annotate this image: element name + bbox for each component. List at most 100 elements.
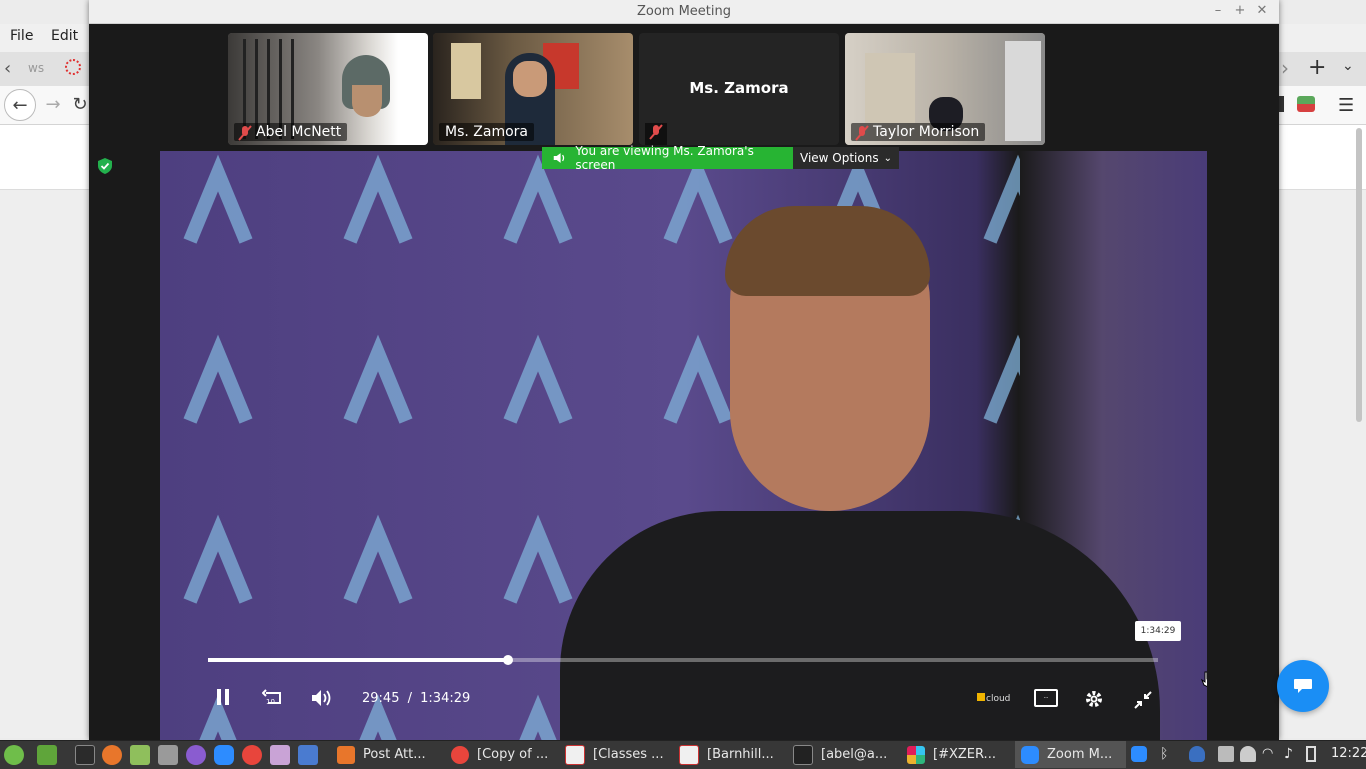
bluetooth-icon[interactable]: ᛒ (1160, 746, 1176, 762)
taskbar-item-label: [abel@a... (821, 747, 888, 762)
participant-name: Taylor Morrison (851, 123, 986, 141)
minimize-icon[interactable]: – (1210, 3, 1226, 19)
menu-edit[interactable]: Edit (51, 28, 78, 44)
closed-captions-icon[interactable]: ·· (1034, 689, 1058, 707)
participant-name-center: Ms. Zamora (689, 79, 789, 97)
emacs-launcher-icon[interactable] (186, 745, 206, 765)
hamburger-menu-icon[interactable]: ☰ (1338, 95, 1354, 116)
classes-app-icon (679, 744, 699, 765)
browser-scrollbar[interactable] (1356, 128, 1362, 422)
taskbar-item-label: [Copy of ... (477, 747, 549, 762)
replay-seconds-label: 10 (266, 698, 275, 706)
brand-logo[interactable]: cloud (977, 693, 1010, 704)
participant-tile[interactable]: Taylor Morrison (845, 33, 1045, 145)
forward-icon[interactable]: → (38, 89, 68, 119)
taskbar-item[interactable]: [Copy of ... (445, 741, 556, 768)
taskbar-item-label: Post Att... (363, 747, 426, 762)
taskbar-item-label: [Classes ... (593, 747, 664, 762)
seek-hover-tooltip: 1:34:29 (1135, 621, 1181, 641)
terminal-icon (793, 744, 813, 765)
zoom-icon (1021, 745, 1039, 764)
playback-time: 29:45 / 1:34:29 (362, 691, 470, 706)
participant-name: Abel McNett (234, 123, 348, 141)
menu-file[interactable]: File (10, 28, 33, 44)
taskbar-clock[interactable]: 12:22 (1331, 746, 1366, 761)
zoom-tray-icon[interactable] (1131, 746, 1147, 762)
view-options-label: View Options (800, 151, 879, 165)
participant-name: Ms. Zamora (439, 123, 534, 141)
flag-extension-icon[interactable] (1297, 96, 1315, 112)
chevron-down-icon: ⌄ (883, 152, 892, 164)
printer-icon[interactable] (1218, 746, 1234, 762)
tab-scroll-right-icon[interactable]: › (1281, 56, 1289, 80)
speaker-hair-image (725, 206, 930, 296)
chat-widget-button[interactable] (1277, 660, 1329, 712)
speaker-body-image (560, 511, 1160, 740)
participant-name-label: Taylor Morrison (873, 124, 980, 140)
reload-icon[interactable]: ↻ (70, 89, 90, 119)
close-icon[interactable]: ✕ (1254, 3, 1270, 19)
taskbar-item[interactable]: [abel@a... (787, 741, 898, 768)
monitor-image (1005, 41, 1041, 141)
screen-share-status: You are viewing Ms. Zamora's screen (542, 144, 793, 172)
view-options-button[interactable]: View Options ⌄ (793, 147, 899, 169)
participant-tile[interactable]: Abel McNett (228, 33, 428, 145)
speaker-icon (553, 153, 565, 163)
zoom-launcher-icon[interactable] (214, 745, 234, 765)
user-icon[interactable] (1240, 746, 1256, 762)
taskbar-item[interactable]: Post Att... (331, 741, 442, 768)
taskbar-item[interactable]: [Classes ... (559, 741, 670, 768)
battery-icon[interactable] (1306, 746, 1316, 762)
chrome-launcher-icon[interactable] (242, 745, 262, 765)
files-launcher-icon[interactable] (130, 745, 150, 765)
seek-handle[interactable] (503, 655, 513, 665)
screen-share-text: You are viewing Ms. Zamora's screen (575, 144, 754, 172)
taskbar-item-active[interactable]: Zoom M... (1015, 741, 1126, 768)
tab-list-chevron-icon[interactable]: ⌄ (1342, 58, 1354, 74)
back-icon[interactable]: ← (4, 89, 36, 121)
security-shield-icon[interactable] (1189, 746, 1205, 762)
muted-mic-icon (855, 125, 869, 141)
new-tab-icon[interactable]: + (1308, 55, 1326, 80)
brand-mark-icon (977, 693, 985, 701)
taskbar-item-label: [Barnhill... (707, 747, 774, 762)
app-launcher-icon[interactable] (298, 745, 318, 765)
participant-tile[interactable]: Ms. Zamora (433, 33, 633, 145)
start-menu-icon[interactable] (4, 745, 24, 765)
participant-name-label: Ms. Zamora (445, 124, 528, 140)
taskbar-item-label: Zoom M... (1047, 747, 1113, 762)
taskbar-item[interactable]: [Barnhill... (673, 741, 784, 768)
wifi-icon[interactable]: ◠ (1262, 746, 1278, 762)
poster-image (451, 43, 481, 99)
maximize-icon[interactable]: + (1232, 3, 1248, 19)
music-note-icon[interactable]: ♪ (1284, 746, 1300, 762)
total-time: 1:34:29 (420, 691, 471, 706)
classes-app-icon (565, 744, 585, 765)
shared-screen-video[interactable]: 1:34:29 10 29:45 / 1:34:29 cloud ·· (160, 151, 1207, 740)
encryption-shield-icon[interactable] (98, 158, 112, 174)
firefox-launcher-icon[interactable] (102, 745, 122, 765)
time-separator: / (407, 691, 412, 706)
tab-title-fragment[interactable]: ws (28, 61, 44, 75)
volume-icon[interactable] (311, 689, 333, 707)
mouse-pointer-icon (1201, 671, 1207, 688)
tab-scroll-left-icon[interactable]: ‹ (4, 58, 11, 79)
editor-launcher-icon[interactable] (270, 745, 290, 765)
zoom-window-title: Zoom Meeting (636, 4, 732, 19)
muted-mic-icon (649, 124, 663, 140)
chrome-icon (451, 745, 469, 764)
participant-mute-indicator (645, 123, 667, 145)
show-desktop-icon[interactable] (37, 745, 57, 765)
screenshot-launcher-icon[interactable] (158, 745, 178, 765)
terminal-launcher-icon[interactable] (75, 745, 95, 765)
person-face-image (352, 85, 382, 117)
taskbar-item[interactable]: [#XZER... (901, 741, 1012, 768)
exit-fullscreen-icon[interactable] (1134, 691, 1152, 709)
pause-icon[interactable] (217, 689, 229, 705)
person-face-image (513, 61, 547, 97)
participant-tile[interactable]: Ms. Zamora (639, 33, 839, 145)
settings-gear-icon[interactable] (1084, 689, 1104, 709)
slack-icon (907, 745, 925, 764)
muted-mic-icon (238, 125, 252, 141)
participant-name-label: Abel McNett (256, 124, 342, 140)
